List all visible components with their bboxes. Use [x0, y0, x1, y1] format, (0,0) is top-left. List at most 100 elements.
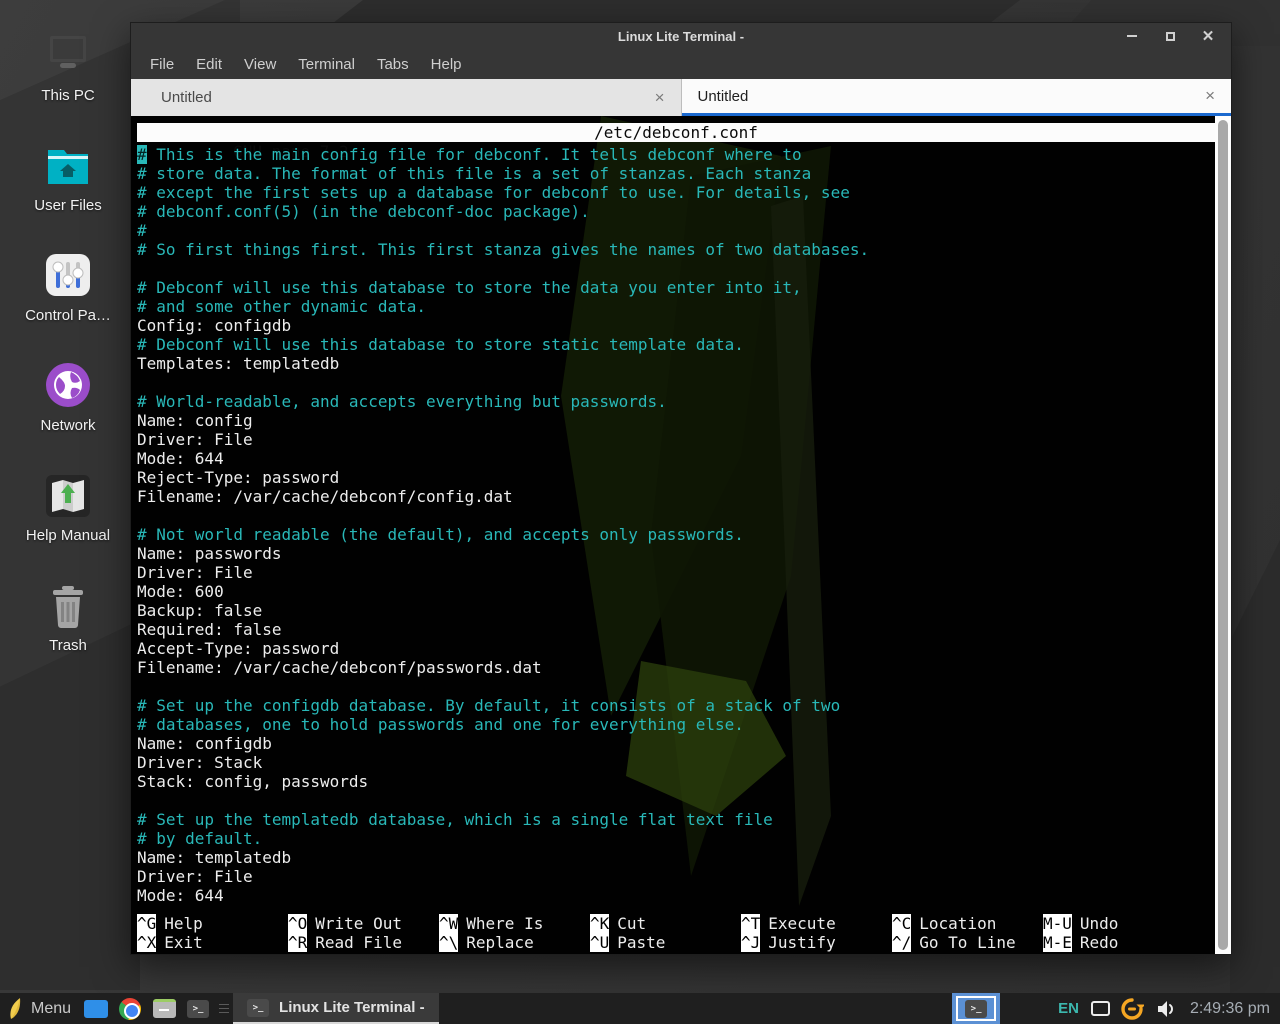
- chrome-icon: [119, 998, 141, 1020]
- terminal-scrollbar[interactable]: [1215, 116, 1231, 954]
- nano-line: Reject-Type: password: [137, 468, 1215, 487]
- minimize-button[interactable]: [1125, 29, 1139, 43]
- task-button-terminal[interactable]: >_ Linux Lite Terminal -: [233, 993, 439, 1024]
- nano-line: [137, 677, 1215, 696]
- nano-shortcuts: ^GHelp^OWrite Out^WWhere Is^KCut^TExecut…: [137, 914, 1215, 952]
- menu-help[interactable]: Help: [420, 56, 473, 73]
- nano-line: Filename: /var/cache/debconf/config.dat: [137, 487, 1215, 506]
- nano-line: # So first things first. This first stan…: [137, 240, 1215, 259]
- shortcut-key: ^X: [137, 933, 156, 952]
- language-indicator[interactable]: EN: [1058, 1000, 1079, 1017]
- nano-line: Required: false: [137, 620, 1215, 639]
- nano-line: # Not world readable (the default), and …: [137, 525, 1215, 544]
- shortcut-cell: M-UUndo: [1043, 914, 1215, 933]
- nano-line: Driver: File: [137, 430, 1215, 449]
- computer-icon: [43, 26, 93, 78]
- tab-close-icon[interactable]: ×: [655, 88, 665, 108]
- shortcut-key: ^\: [439, 933, 458, 952]
- tray-highlight-frame: >_: [956, 996, 996, 1021]
- taskbar-right: >_ EN 2:49:36 pm: [952, 993, 1280, 1024]
- shortcut-key: ^O: [288, 914, 307, 933]
- volume-icon[interactable]: [1156, 1000, 1176, 1018]
- terminal-area: GNU nano 7.2 /etc/debconf.conf # This is…: [131, 116, 1231, 954]
- sliders-icon: [44, 246, 92, 298]
- desktop-icon-user-files[interactable]: User Files: [0, 136, 136, 246]
- nano-shortcut-row-2: ^XExit^RRead File^\Replace^UPaste^JJusti…: [137, 933, 1215, 952]
- nano-line: Mode: 644: [137, 886, 1215, 905]
- tab-untitled-1[interactable]: Untitled ×: [131, 79, 682, 116]
- start-menu-button[interactable]: Menu: [0, 993, 79, 1024]
- nano-line: Driver: Stack: [137, 753, 1215, 772]
- menu-edit[interactable]: Edit: [185, 56, 233, 73]
- desktop-icon-help-manual[interactable]: Help Manual: [0, 466, 136, 576]
- nano-line: Name: templatedb: [137, 848, 1215, 867]
- nano-line: Accept-Type: password: [137, 639, 1215, 658]
- window-controls: ✕: [1125, 29, 1231, 43]
- shortcut-cell: ^GHelp: [137, 914, 288, 933]
- scrollbar-thumb[interactable]: [1218, 120, 1228, 950]
- shortcut-key: ^R: [288, 933, 307, 952]
- desktop-icon-label: Help Manual: [26, 527, 110, 544]
- nano-line: Name: config: [137, 411, 1215, 430]
- desktop-icon-this-pc[interactable]: This PC: [0, 26, 136, 136]
- tab-untitled-2[interactable]: Untitled ×: [682, 79, 1232, 116]
- tray-terminal-button[interactable]: >_: [952, 993, 1000, 1024]
- shortcut-cell: ^/Go To Line: [892, 933, 1043, 952]
- globe-icon: [45, 356, 91, 408]
- terminal-window: Linux Lite Terminal - ✕ File Edit View T…: [130, 22, 1232, 955]
- file-manager-launcher[interactable]: [147, 993, 181, 1024]
- nano-line: Name: passwords: [137, 544, 1215, 563]
- menu-tabs[interactable]: Tabs: [366, 56, 420, 73]
- nano-line: # Set up the templatedb database, which …: [137, 810, 1215, 829]
- desktop-icon-network[interactable]: Network: [0, 356, 136, 466]
- shortcut-key: ^C: [892, 914, 911, 933]
- nano-line: # World-readable, and accepts everything…: [137, 392, 1215, 411]
- nano-line: # debconf.conf(5) (in the debconf-doc pa…: [137, 202, 1215, 221]
- nano-line: [137, 791, 1215, 810]
- nano-line: # except the first sets up a database fo…: [137, 183, 1215, 202]
- shortcut-label: Replace: [466, 933, 533, 952]
- nano-file-path: /etc/debconf.conf: [137, 123, 1215, 142]
- nano-line: Stack: config, passwords: [137, 772, 1215, 791]
- terminal-icon: >_: [187, 1000, 209, 1018]
- shortcut-key: ^U: [590, 933, 609, 952]
- nano-cursor: #: [137, 145, 147, 164]
- wallpaper-shape: [1230, 540, 1280, 1000]
- desktop-icon-control-panel[interactable]: Control Pa…: [0, 246, 136, 356]
- terminal-screen[interactable]: GNU nano 7.2 /etc/debconf.conf # This is…: [131, 116, 1215, 954]
- chrome-launcher[interactable]: [113, 993, 147, 1024]
- tab-close-icon[interactable]: ×: [1205, 86, 1215, 106]
- desktop-icon-trash[interactable]: Trash: [0, 576, 136, 686]
- shortcut-label: Where Is: [466, 914, 543, 933]
- titlebar[interactable]: Linux Lite Terminal - ✕: [131, 23, 1231, 49]
- shortcut-label: Read File: [315, 933, 402, 952]
- shortcut-key: ^K: [590, 914, 609, 933]
- shortcut-label: Write Out: [315, 914, 402, 933]
- nano-line: # Debconf will use this database to stor…: [137, 278, 1215, 297]
- clock[interactable]: 2:49:36 pm: [1190, 1000, 1270, 1018]
- desktop-icon-label: Trash: [49, 637, 87, 654]
- display-icon[interactable]: [1091, 1001, 1110, 1016]
- nano-line: Driver: File: [137, 867, 1215, 886]
- close-button[interactable]: ✕: [1201, 29, 1215, 43]
- terminal-launcher[interactable]: >_: [181, 993, 215, 1024]
- nano-line: Backup: false: [137, 601, 1215, 620]
- menu-file[interactable]: File: [139, 56, 185, 73]
- shortcut-key: ^T: [741, 914, 760, 933]
- menu-terminal[interactable]: Terminal: [287, 56, 366, 73]
- shortcut-key: M-U: [1043, 914, 1072, 933]
- file-manager-icon: [153, 999, 176, 1018]
- nano-line: # Set up the configdb database. By defau…: [137, 696, 1215, 715]
- shortcut-label: Redo: [1080, 933, 1119, 952]
- desktop-icon: [84, 1000, 108, 1018]
- show-desktop-button[interactable]: [79, 993, 113, 1024]
- shortcut-cell: ^R Read File: [288, 933, 439, 952]
- task-button-label: Linux Lite Terminal -: [279, 999, 425, 1016]
- update-icon[interactable]: [1120, 997, 1144, 1021]
- trash-icon: [46, 576, 90, 628]
- menu-view[interactable]: View: [233, 56, 287, 73]
- shortcut-label: Paste: [617, 933, 665, 952]
- terminal-icon: >_: [247, 999, 269, 1017]
- nano-shortcut-row-1: ^GHelp^OWrite Out^WWhere Is^KCut^TExecut…: [137, 914, 1215, 933]
- maximize-button[interactable]: [1163, 29, 1177, 43]
